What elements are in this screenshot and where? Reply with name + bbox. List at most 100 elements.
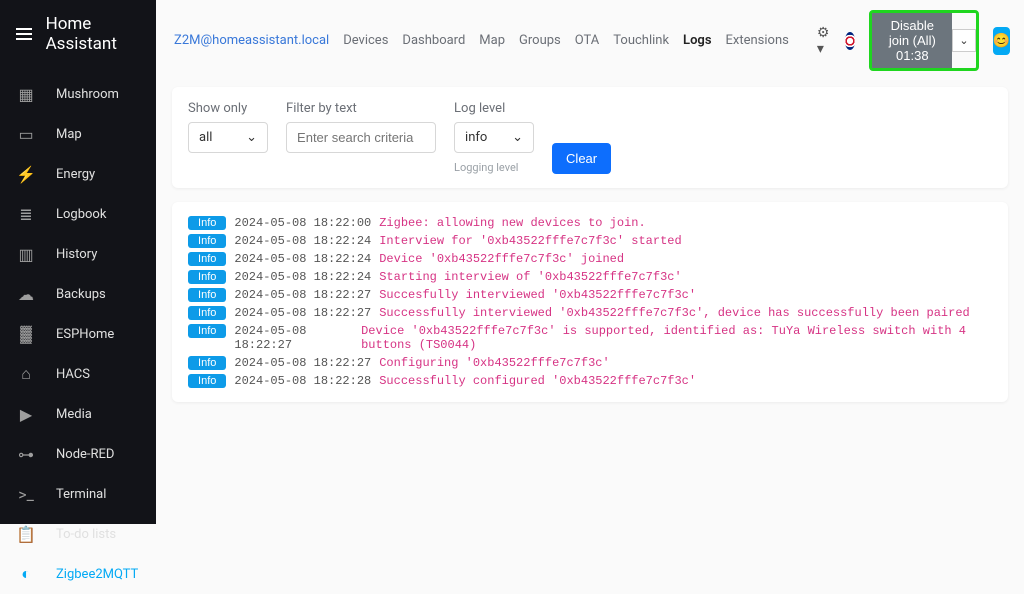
- sidebar-item-label: Logbook: [56, 207, 106, 222]
- zigbee-icon: ◐: [16, 564, 36, 584]
- sidebar-item-label: Terminal: [56, 487, 106, 502]
- sidebar-item-zigbee2mqtt[interactable]: ◐ Zigbee2MQTT: [0, 554, 156, 594]
- sidebar-item-label: Node-RED: [56, 447, 114, 462]
- app-title: Home Assistant: [46, 14, 140, 54]
- sidebar-header: Home Assistant: [0, 0, 156, 68]
- chart-icon: ▥: [16, 244, 36, 264]
- log-timestamp: 2024-05-08 18:22:28: [234, 374, 371, 388]
- flag-icon[interactable]: [845, 32, 856, 50]
- log-level-badge: Info: [188, 288, 226, 302]
- clear-button[interactable]: Clear: [552, 143, 611, 174]
- sidebar-item-label: To-do lists: [56, 527, 116, 542]
- log-row: Info 2024-05-08 18:22:27 Device '0xb43522f…: [188, 324, 992, 352]
- dashboard-icon: ▦: [16, 84, 36, 104]
- nav-devices[interactable]: Devices: [343, 33, 388, 48]
- show-only-label: Show only: [188, 101, 268, 116]
- disable-join-button[interactable]: Disable join (All) 01:38: [872, 13, 952, 68]
- log-message: Device '0xb43522fffe7c7f3c' is supported…: [361, 324, 992, 352]
- sidebar-item-history[interactable]: ▥ History: [0, 234, 156, 274]
- sidebar-item-label: Energy: [56, 167, 95, 182]
- log-level-badge: Info: [188, 324, 226, 338]
- main: Z2M@homeassistant.local Devices Dashboard…: [156, 0, 1024, 524]
- sidebar-item-label: Mushroom: [56, 87, 119, 102]
- log-timestamp: 2024-05-08 18:22:27: [234, 306, 371, 320]
- log-timestamp: 2024-05-08 18:22:24: [234, 234, 371, 248]
- topbar: Z2M@homeassistant.local Devices Dashboard…: [156, 0, 1024, 77]
- show-only-value: all: [199, 130, 212, 145]
- log-message: Starting interview of '0xb43522fffe7c7f3…: [379, 270, 681, 284]
- filter-panel: Show only all⌄ Filter by text Log level …: [172, 87, 1008, 188]
- sidebar-item-label: HACS: [56, 367, 90, 382]
- sidebar-items: ▦ Mushroom ▭ Map ⚡Energy ≣ Logbook ▥ History ☁Bac…: [0, 68, 156, 594]
- nav-ota[interactable]: OTA: [575, 33, 600, 48]
- log-message: Configuring '0xb43522fffe7c7f3c': [379, 356, 609, 370]
- log-row: Info2024-05-08 18:22:27Succesfully inter…: [188, 288, 992, 302]
- node-icon: ⊶: [16, 444, 36, 464]
- log-level-badge: Info: [188, 306, 226, 320]
- log-level-hint: Logging level: [454, 161, 534, 174]
- log-timestamp: 2024-05-08 18:22:27: [234, 324, 353, 352]
- logs-panel: Info2024-05-08 18:22:00Zigbee: allowing …: [172, 202, 1008, 402]
- sidebar-item-hacs[interactable]: ⌂HACS: [0, 354, 156, 394]
- sidebar-item-node-red[interactable]: ⊶ Node-RED: [0, 434, 156, 474]
- map-marker-icon: ▭: [16, 124, 36, 144]
- log-row: Info 2024-05-08 18:22:24 Device '0xb43522f…: [188, 252, 992, 266]
- log-timestamp: 2024-05-08 18:22:24: [234, 252, 371, 266]
- content: Show only all⌄ Filter by text Log level …: [156, 77, 1024, 412]
- sidebar-item-map[interactable]: ▭ Map: [0, 114, 156, 154]
- log-timestamp: 2024-05-08 18:22:27: [234, 288, 371, 302]
- sidebar-item-to-do-lists[interactable]: 📋To-do lists: [0, 514, 156, 554]
- log-level-badge: Info: [188, 252, 226, 266]
- show-only-select[interactable]: all ⌄: [188, 122, 268, 153]
- chevron-down-icon: ⌄: [246, 130, 257, 145]
- log-message: Zigbee: allowing new devices to join.: [379, 216, 645, 230]
- join-dropdown-toggle[interactable]: ⌄: [952, 29, 975, 52]
- sidebar-item-backups[interactable]: ☁Backups: [0, 274, 156, 314]
- log-level-value: info: [465, 130, 487, 145]
- brand-link[interactable]: Z2M@homeassistant.local: [174, 33, 329, 48]
- log-row: Info2024-05-08 18:22:27Configuring '0xb4…: [188, 356, 992, 370]
- cloud-icon: ☁: [16, 284, 36, 304]
- nav-logs[interactable]: Logs: [683, 33, 711, 48]
- sidebar: Home Assistant ▦ Mushroom ▭ Map ⚡Energy ≣ Logb…: [0, 0, 156, 524]
- sidebar-item-terminal[interactable]: >_ Terminal: [0, 474, 156, 514]
- log-message: Successfully configured '0xb43522fffe7c7…: [379, 374, 696, 388]
- sidebar-item-mushroom[interactable]: ▦ Mushroom: [0, 74, 156, 114]
- sidebar-item-energy[interactable]: ⚡Energy: [0, 154, 156, 194]
- log-level-badge: Info: [188, 374, 226, 388]
- log-message: Interview for '0xb43522fffe7c7f3c' start…: [379, 234, 681, 248]
- filter-text-input[interactable]: [286, 122, 436, 153]
- list-icon: ≣: [16, 204, 36, 224]
- log-level-label: Log level: [454, 101, 534, 116]
- smiley-button[interactable]: 😊: [993, 27, 1010, 55]
- topbar-nav: Devices Dashboard Map Groups OTA Touchlink Log…: [343, 33, 789, 48]
- chip-icon: ▓: [16, 324, 36, 344]
- nav-touchlink[interactable]: Touchlink: [613, 33, 669, 48]
- sidebar-item-media[interactable]: ▶Media: [0, 394, 156, 434]
- sidebar-item-label: History: [56, 247, 97, 262]
- sidebar-item-esphome[interactable]: ▓ ESPHome: [0, 314, 156, 354]
- chevron-down-icon: ⌄: [512, 130, 523, 145]
- nav-dashboard[interactable]: Dashboard: [402, 33, 465, 48]
- terminal-icon: >_: [16, 484, 36, 504]
- sidebar-item-label: ESPHome: [56, 327, 114, 342]
- log-row: Info 2024-05-08 18:22:24 Interview for '0x…: [188, 234, 992, 248]
- log-timestamp: 2024-05-08 18:22:24: [234, 270, 371, 284]
- log-message: Device '0xb43522fffe7c7f3c' joined: [379, 252, 624, 266]
- sidebar-item-label: Map: [56, 127, 82, 142]
- log-level-badge: Info: [188, 234, 226, 248]
- nav-map[interactable]: Map: [479, 33, 505, 48]
- log-level-badge: Info: [188, 356, 226, 370]
- nav-extensions[interactable]: Extensions: [726, 33, 789, 48]
- log-level-badge: Info: [188, 270, 226, 284]
- log-level-select[interactable]: info ⌄: [454, 122, 534, 153]
- hamburger-icon[interactable]: [16, 28, 32, 40]
- log-message: Successfully interviewed '0xb43522fffe7c…: [379, 306, 970, 320]
- sidebar-item-label: Zigbee2MQTT: [56, 567, 138, 582]
- log-row: Info 2024-05-08 18:22:24 Starting intervie…: [188, 270, 992, 284]
- sidebar-item-logbook[interactable]: ≣ Logbook: [0, 194, 156, 234]
- log-level-badge: Info: [188, 216, 226, 230]
- gear-icon[interactable]: ⚙ ▾: [817, 25, 831, 57]
- nav-groups[interactable]: Groups: [519, 33, 561, 48]
- play-icon: ▶: [16, 404, 36, 424]
